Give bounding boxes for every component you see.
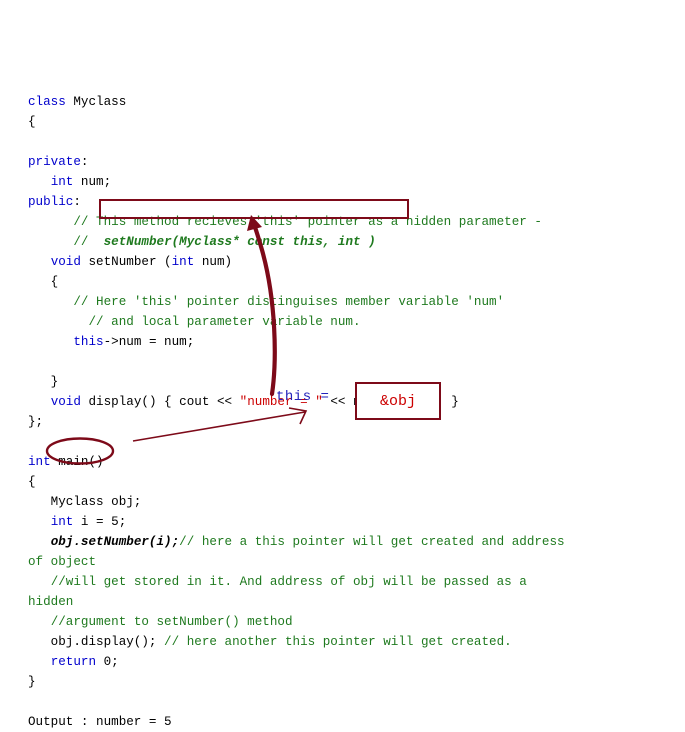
- code-token: void: [50, 395, 81, 409]
- code-line: class Myclass: [28, 92, 668, 112]
- code-line: //will get stored in it. And address of …: [28, 572, 668, 592]
- code-line: //argument to setNumber() method: [28, 612, 668, 632]
- code-token: obj.display();: [28, 635, 165, 649]
- code-token: setNumber (: [80, 255, 172, 269]
- code-block: class Myclass{ private: int num; public: …: [28, 92, 668, 732]
- hidden-parameter-comment-box: [99, 199, 409, 219]
- code-token: }: [28, 675, 36, 689]
- code-line: // setNumber(Myclass* const this, int ): [28, 232, 668, 252]
- code-token: };: [28, 415, 44, 429]
- code-token: of object: [28, 555, 97, 569]
- code-token: int: [28, 455, 51, 469]
- code-token: //: [73, 235, 97, 249]
- code-token: num;: [73, 175, 112, 189]
- code-token: this: [73, 335, 104, 349]
- code-token: setNumber(Myclass* const this, int ): [96, 235, 376, 249]
- code-line: {: [28, 272, 668, 292]
- code-token: }: [28, 375, 59, 389]
- code-token: :: [73, 195, 81, 209]
- code-token: int: [50, 515, 74, 529]
- code-token: {: [28, 275, 59, 289]
- code-token: // here a this pointer will get created …: [179, 535, 565, 549]
- code-token: int: [171, 255, 195, 269]
- code-line: obj.display(); // here another this poin…: [28, 632, 668, 652]
- code-token: //will get stored in it. And address of …: [50, 575, 527, 589]
- code-line: void setNumber (int num): [28, 252, 668, 272]
- code-token: void: [50, 255, 81, 269]
- code-line: this->num = num;: [28, 332, 668, 352]
- code-token: Output : number = 5: [28, 715, 172, 729]
- code-line: hidden: [28, 592, 668, 612]
- code-token: // here another this pointer will get cr…: [164, 635, 512, 649]
- code-line: of object: [28, 552, 668, 572]
- code-line: Output : number = 5: [28, 712, 668, 732]
- code-line: private:: [28, 152, 668, 172]
- code-token: main(): [50, 455, 104, 469]
- code-line: }: [28, 672, 668, 692]
- code-token: display() { cout <<: [80, 395, 240, 409]
- code-token: i = 5;: [73, 515, 127, 529]
- code-token: private: [28, 155, 81, 169]
- code-line: int num;: [28, 172, 668, 192]
- code-line: return 0;: [28, 652, 668, 672]
- obj-address-value-box: &obj: [355, 382, 441, 420]
- code-token: Myclass: [65, 95, 127, 109]
- code-token: {: [28, 115, 36, 129]
- code-line: // Here 'this' pointer distinguises memb…: [28, 292, 668, 312]
- code-token: 0;: [96, 655, 119, 669]
- code-line: int i = 5;: [28, 512, 668, 532]
- code-line: }: [28, 372, 668, 392]
- code-line: void display() { cout << "number = " << …: [28, 392, 668, 412]
- code-token: {: [28, 475, 36, 489]
- code-line: {: [28, 112, 668, 132]
- code-line: {: [28, 472, 668, 492]
- this-equals-label: this =: [276, 389, 330, 405]
- code-line: int main(): [28, 452, 668, 472]
- code-line: // and local parameter variable num.: [28, 312, 668, 332]
- code-token: int: [50, 175, 74, 189]
- code-token: hidden: [28, 595, 74, 609]
- code-token: //argument to setNumber() method: [50, 615, 293, 629]
- code-token: // and local parameter variable num.: [88, 315, 361, 329]
- code-line: };: [28, 412, 668, 432]
- code-token: public: [28, 195, 74, 209]
- code-token: :: [80, 155, 89, 169]
- code-token: class: [28, 95, 66, 109]
- code-line: Myclass obj;: [28, 492, 668, 512]
- code-token: // Here 'this' pointer distinguises memb…: [73, 295, 505, 309]
- obj-address-value: &obj: [379, 392, 416, 410]
- code-token: return: [50, 655, 97, 669]
- code-token: num): [194, 255, 233, 269]
- code-token: Myclass obj;: [28, 495, 142, 509]
- code-line: obj.setNumber(i);// here a this pointer …: [28, 532, 668, 552]
- code-token: obj.setNumber(i);: [50, 535, 180, 549]
- code-token: ->num = num;: [103, 335, 195, 349]
